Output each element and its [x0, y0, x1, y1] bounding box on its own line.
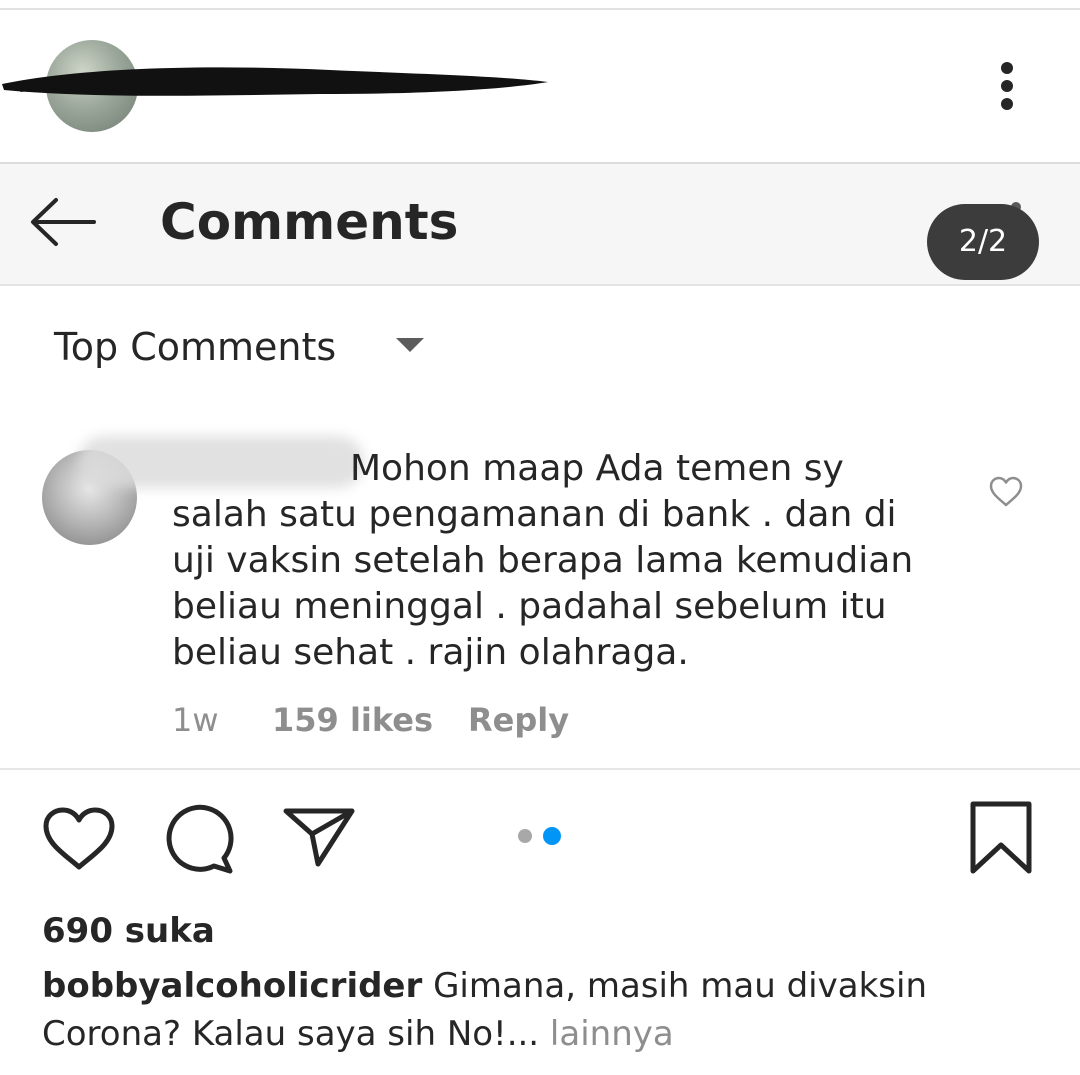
bookmark-icon[interactable]	[968, 800, 1034, 876]
comment-text: Mohon maap Ada temen sy salah satu penga…	[172, 448, 914, 673]
sort-dropdown-label[interactable]: Top Comments	[54, 322, 336, 372]
heart-outline-icon[interactable]	[42, 806, 116, 872]
more-options-icon[interactable]	[990, 60, 1026, 112]
caption-ellipsis: ...	[506, 1014, 540, 1054]
image-counter-badge: 2/2	[927, 204, 1039, 280]
post-caption: bobbyalcoholicrider Gimana, masih mau di…	[42, 962, 1032, 1058]
arrow-left-icon[interactable]	[28, 196, 98, 248]
heart-outline-icon[interactable]	[988, 476, 1024, 508]
caption-author[interactable]: bobbyalcoholicrider	[42, 966, 422, 1006]
comment-likes[interactable]: 159 likes	[272, 700, 433, 740]
caret-down-icon[interactable]	[396, 338, 424, 352]
post-image-bottom-border	[0, 768, 1080, 770]
comment-bubble-icon[interactable]	[162, 804, 236, 874]
page-title: Comments	[160, 193, 459, 251]
reply-button[interactable]: Reply	[468, 700, 569, 740]
carousel-dot-inactive	[518, 829, 532, 843]
likes-count[interactable]: 690 suka	[42, 908, 215, 954]
carousel-dot-active	[543, 827, 561, 845]
comment-time: 1w	[172, 701, 219, 739]
paper-plane-icon[interactable]	[282, 806, 356, 868]
redacted-username	[2, 67, 548, 96]
more-link[interactable]: lainnya	[539, 1014, 674, 1054]
